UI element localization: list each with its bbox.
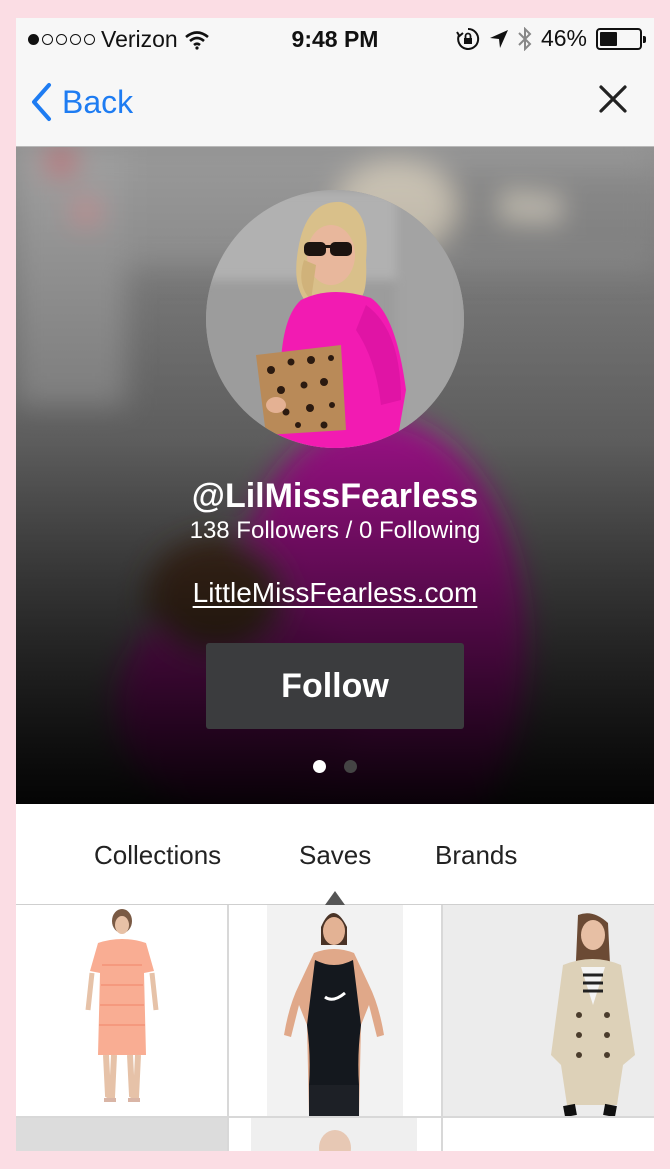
grid-item[interactable]: [443, 1118, 654, 1151]
tab-collections[interactable]: Collections: [94, 840, 221, 871]
active-tab-indicator: [325, 891, 345, 905]
grid-item[interactable]: [16, 1118, 227, 1151]
follower-stats: 138 Followers / 0 Following: [189, 517, 481, 544]
tab-saves[interactable]: Saves: [299, 840, 371, 871]
grid-item[interactable]: [16, 905, 227, 1116]
avatar-photo: [206, 190, 464, 448]
grid-item[interactable]: [443, 905, 654, 1116]
product-image: [229, 905, 441, 1116]
page-indicator[interactable]: [16, 760, 654, 773]
location-arrow-icon: [489, 29, 508, 48]
saves-grid: [16, 905, 654, 1151]
grid-item[interactable]: [229, 905, 441, 1116]
product-image: [229, 1118, 441, 1151]
website-link[interactable]: LittleMissFearless.com: [16, 577, 654, 609]
close-icon: [599, 85, 627, 113]
bluetooth-icon: [518, 26, 532, 51]
page-dot-2[interactable]: [344, 760, 357, 773]
profile-handle: @LilMissFearless: [191, 477, 479, 515]
navigation-bar: Back: [16, 62, 654, 147]
battery-icon: [596, 27, 646, 50]
status-bar: Verizon 9:48 PM 46%: [16, 18, 654, 62]
profile-header: @LilMissFearless 138 Followers / 0 Follo…: [16, 147, 654, 804]
back-button[interactable]: Back: [30, 82, 133, 122]
grid-item[interactable]: [229, 1118, 441, 1151]
rotation-lock-icon: [456, 27, 480, 50]
product-image: [443, 905, 654, 1116]
follow-button[interactable]: Follow: [206, 643, 464, 729]
status-indicators: 46%: [456, 25, 646, 52]
product-image: [443, 1118, 654, 1151]
app-screen: Verizon 9:48 PM 46% Back @LilMissFearles…: [16, 18, 654, 1151]
page-dot-1[interactable]: [313, 760, 326, 773]
battery-percent: 46%: [540, 25, 587, 51]
product-image: [16, 905, 227, 1116]
product-image: [16, 1118, 227, 1151]
tab-brands[interactable]: Brands: [435, 840, 517, 871]
profile-avatar[interactable]: [206, 190, 464, 448]
back-label: Back: [62, 83, 134, 120]
chevron-left-icon: [32, 83, 51, 121]
profile-tabs: Collections Saves Brands: [16, 804, 654, 905]
close-button[interactable]: [598, 84, 628, 119]
